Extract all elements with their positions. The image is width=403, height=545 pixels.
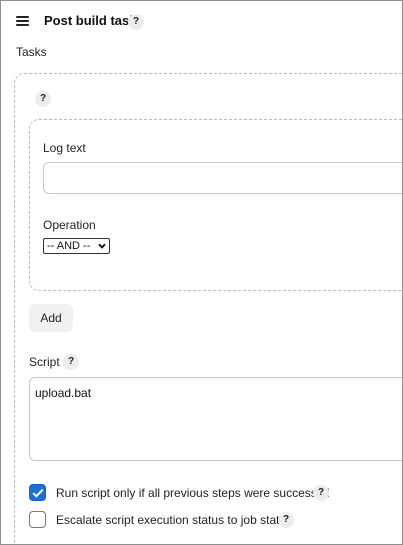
tasks-help-question-icon[interactable]: ? (35, 91, 51, 107)
script-help-question-icon[interactable]: ? (63, 354, 79, 370)
run-only-if-success-checkbox[interactable] (29, 484, 46, 501)
run-only-if-success-label[interactable]: Run script only if all previous steps we… (56, 486, 329, 500)
run-only-help-question-icon[interactable]: ? (313, 485, 329, 501)
tasks-label: Tasks (16, 45, 47, 59)
escalate-status-checkbox[interactable] (29, 511, 46, 528)
post-build-task-panel: Post build task ? Tasks ? Log text Opera… (0, 0, 403, 545)
escalate-help-question-icon[interactable]: ? (278, 512, 294, 528)
operation-selected-value: -- AND -- (47, 240, 91, 252)
log-text-label: Log text (43, 141, 86, 155)
log-text-input[interactable] (43, 162, 402, 194)
escalate-status-label[interactable]: Escalate script execution status to job … (56, 513, 292, 527)
section-help-question-icon[interactable]: ? (128, 14, 144, 30)
section-title: Post build task (44, 13, 137, 28)
operation-select[interactable]: -- AND -- (43, 238, 110, 254)
operation-label: Operation (43, 218, 96, 232)
script-textarea[interactable]: upload.bat (29, 377, 402, 461)
script-label: Script (29, 355, 60, 369)
check-icon (32, 488, 44, 498)
hamburger-icon[interactable] (16, 16, 29, 26)
chevron-down-icon (98, 243, 106, 249)
add-button[interactable]: Add (29, 304, 73, 332)
